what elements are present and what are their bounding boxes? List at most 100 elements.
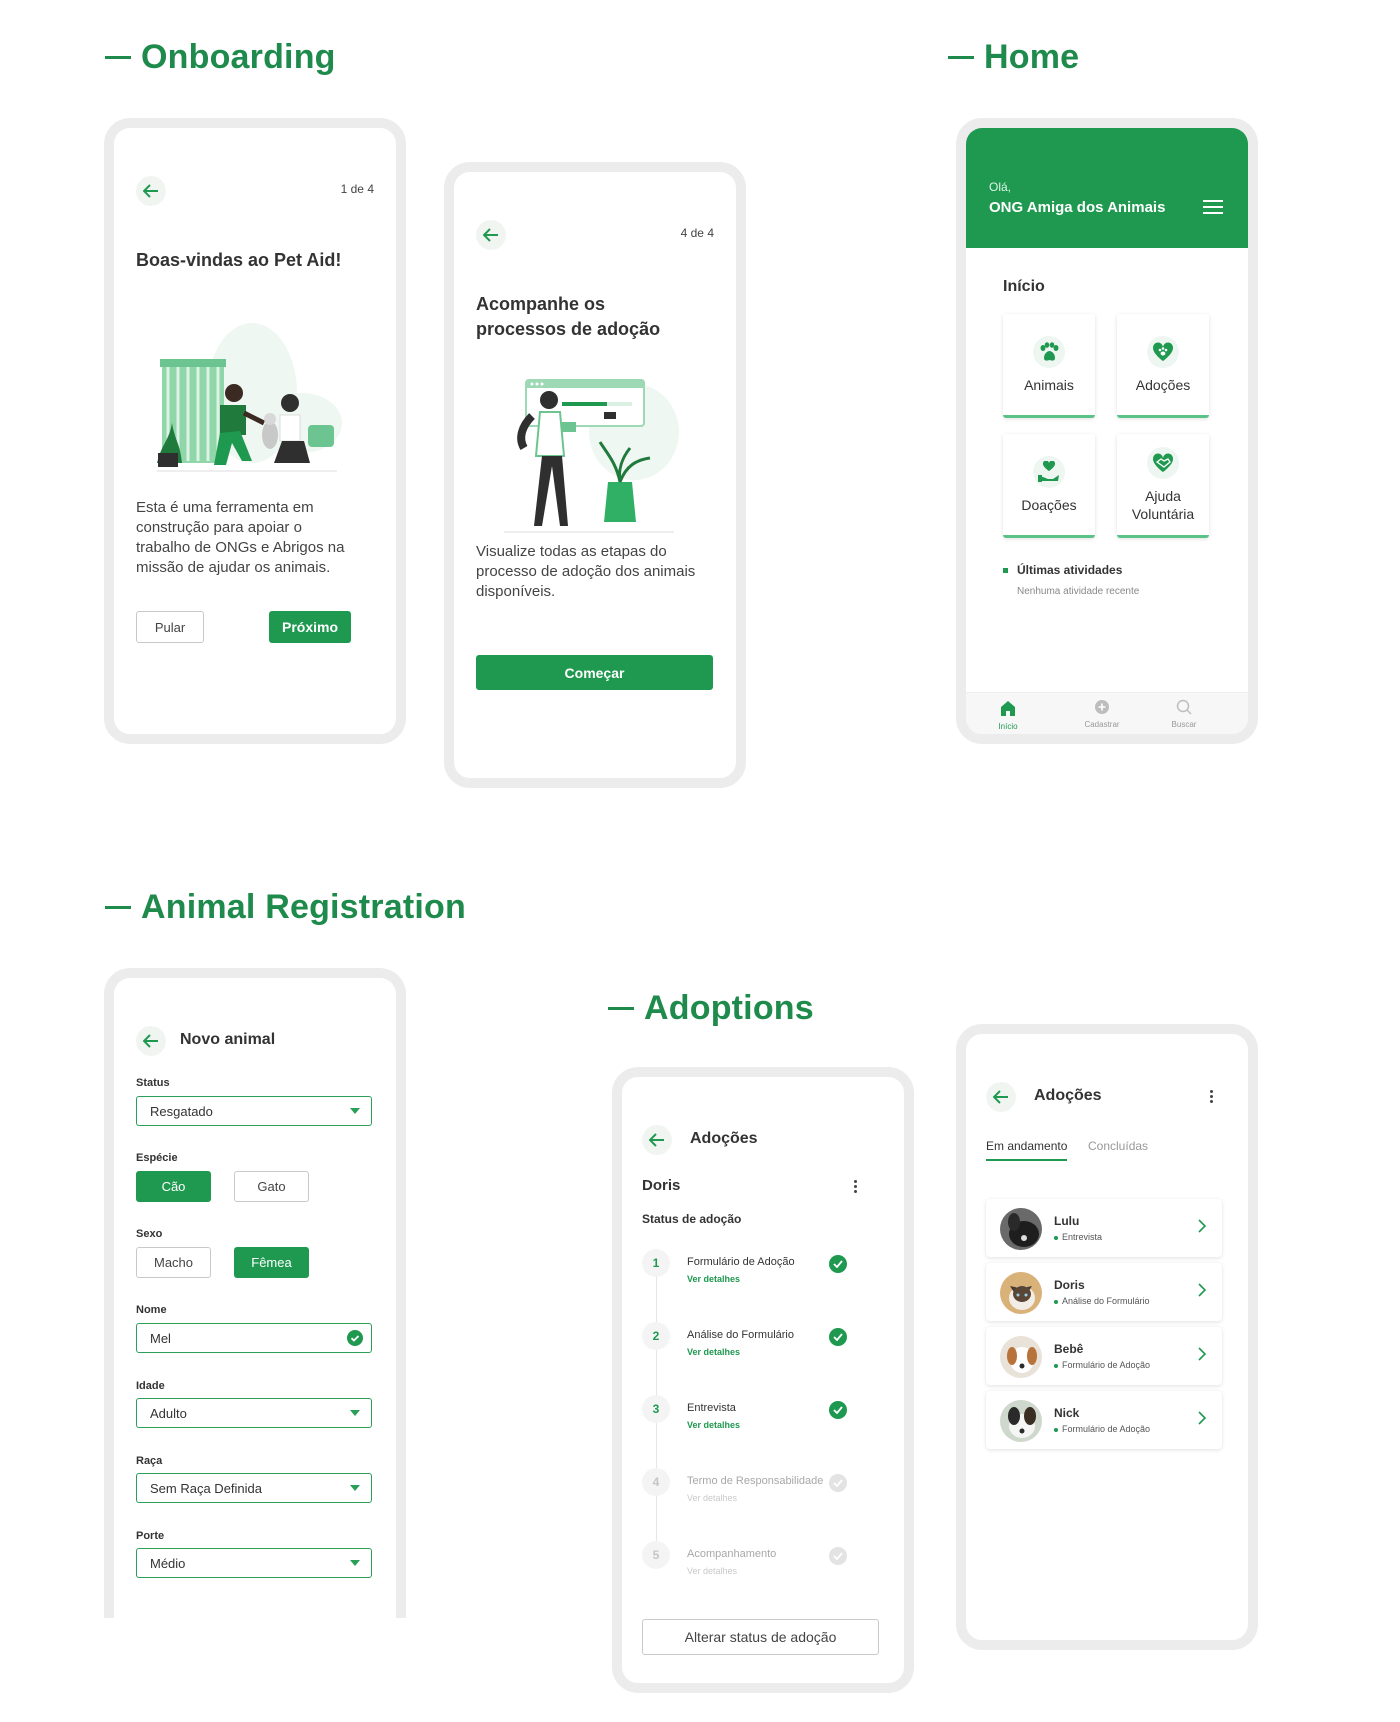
onboarding-description: Esta é uma ferramenta em construção para… xyxy=(136,499,345,576)
back-button[interactable] xyxy=(476,220,506,250)
chevron-right-icon xyxy=(1198,1347,1206,1361)
species-option-dog[interactable]: Cão xyxy=(136,1171,211,1202)
back-button[interactable] xyxy=(136,1026,166,1056)
back-button[interactable] xyxy=(642,1125,672,1155)
pet-name: Bebê xyxy=(1054,1342,1084,1356)
tile-donations[interactable]: Doações xyxy=(1003,434,1095,538)
species-label: Espécie xyxy=(136,1152,178,1164)
check-circle-icon xyxy=(347,1330,363,1346)
step-indicator: 1 de 4 xyxy=(340,182,374,196)
nav-search[interactable]: Buscar xyxy=(1162,699,1206,729)
adoption-list-item[interactable]: Nick Formulário de Adoção xyxy=(986,1391,1222,1449)
chevron-down-icon xyxy=(350,1560,360,1566)
bottom-nav: Início Cadastrar Buscar xyxy=(966,692,1248,734)
adoption-list-item[interactable]: Doris Análise do Formulário xyxy=(986,1263,1222,1321)
next-button[interactable]: Próximo xyxy=(269,611,351,643)
sex-option-female[interactable]: Fêmea xyxy=(234,1247,309,1278)
adoption-list-item[interactable]: Bebê Formulário de Adoção xyxy=(986,1327,1222,1385)
tile-animals[interactable]: Animais xyxy=(1003,314,1095,418)
animal-registration-screen: Novo animal Status Resgatado Espécie Cão… xyxy=(104,968,406,1618)
recent-activities-title: Últimas atividades xyxy=(1003,563,1122,577)
start-button[interactable]: Começar xyxy=(476,655,713,690)
home-icon xyxy=(1001,701,1015,716)
check-circle-icon xyxy=(829,1255,847,1273)
chevron-down-icon xyxy=(350,1485,360,1491)
home-header: Olá, ONG Amiga dos Animais xyxy=(966,128,1248,248)
view-details-link[interactable]: Ver detalhes xyxy=(687,1274,740,1284)
more-options-icon[interactable] xyxy=(854,1180,858,1193)
sex-label: Sexo xyxy=(136,1228,163,1240)
view-details-link[interactable]: Ver detalhes xyxy=(687,1420,740,1430)
search-icon xyxy=(1176,699,1192,715)
nav-home[interactable]: Início xyxy=(986,699,1030,731)
size-label: Porte xyxy=(136,1530,165,1542)
handshake-heart-icon xyxy=(1152,452,1174,472)
adoption-stage: Formulário de Adoção xyxy=(1054,1360,1150,1370)
tab-in-progress[interactable]: Em andamento xyxy=(986,1139,1068,1161)
age-value: Adulto xyxy=(150,1405,187,1421)
tile-label: Animais xyxy=(1024,376,1074,393)
menu-icon[interactable] xyxy=(1203,200,1223,216)
nav-label: Cadastrar xyxy=(1084,720,1120,729)
name-field[interactable]: Mel xyxy=(136,1323,372,1353)
section-title-onboarding: Onboarding xyxy=(105,38,336,77)
status-value: Resgatado xyxy=(150,1103,213,1119)
more-options-icon[interactable] xyxy=(1210,1090,1214,1103)
step-title: Termo de Responsabilidade xyxy=(687,1475,824,1487)
section-title-animal-registration: Animal Registration xyxy=(105,888,466,927)
plus-circle-icon xyxy=(1095,700,1109,714)
pet-avatar xyxy=(1000,1336,1042,1378)
view-details-link[interactable]: Ver detalhes xyxy=(687,1566,737,1576)
onboarding-description: Visualize todas as etapas do processo de… xyxy=(476,543,696,600)
skip-button[interactable]: Pular xyxy=(136,611,204,643)
age-select[interactable]: Adulto xyxy=(136,1398,372,1428)
adoption-list-item[interactable]: Lulu Entrevista xyxy=(986,1199,1222,1257)
adoption-process-title: Acompanhe os processos de adoção xyxy=(476,294,661,339)
step-indicator: 4 de 4 xyxy=(680,226,714,240)
home-section-title: Início xyxy=(1003,278,1045,295)
back-button[interactable] xyxy=(136,176,166,206)
onboarding-screen-1: 1 de 4 Boas-vindas ao Pet Aid! Esta é um… xyxy=(104,118,406,744)
breed-value: Sem Raça Definida xyxy=(150,1480,262,1496)
size-value: Médio xyxy=(150,1555,186,1571)
tile-adoptions[interactable]: Adoções xyxy=(1117,314,1209,418)
change-adoption-status-button[interactable]: Alterar status de adoção xyxy=(642,1619,879,1655)
step-number: 4 xyxy=(642,1468,670,1496)
adoption-progress-illustration xyxy=(504,379,679,533)
adoption-list-screen: Adoções Em andamento Concluídas Lulu Ent… xyxy=(956,1024,1258,1650)
home-screen: Olá, ONG Amiga dos Animais Início Animai… xyxy=(956,118,1258,744)
view-details-link[interactable]: Ver detalhes xyxy=(687,1347,740,1357)
breed-select[interactable]: Sem Raça Definida xyxy=(136,1473,372,1503)
pet-name: Nick xyxy=(1054,1406,1080,1420)
back-button[interactable] xyxy=(986,1082,1016,1112)
nav-label: Início xyxy=(998,722,1018,731)
screen-title: Novo animal xyxy=(180,1031,276,1048)
tile-label: Doações xyxy=(1021,496,1077,513)
name-value: Mel xyxy=(150,1330,171,1346)
pet-name: Lulu xyxy=(1054,1214,1080,1228)
pet-avatar xyxy=(1000,1208,1042,1250)
sex-option-male[interactable]: Macho xyxy=(136,1247,211,1278)
status-label: Status xyxy=(136,1077,170,1089)
screen-title: Adoções xyxy=(690,1130,758,1147)
tile-label: Adoções xyxy=(1135,376,1191,393)
no-recent-activity: Nenhuma atividade recente xyxy=(1017,586,1140,597)
onboarding-screen-4: 4 de 4 Acompanhe os processos de adoção … xyxy=(444,162,746,788)
size-select[interactable]: Médio xyxy=(136,1548,372,1578)
nav-label: Buscar xyxy=(1171,720,1197,729)
step-title: Acompanhamento xyxy=(687,1548,777,1560)
tile-volunteer-help[interactable]: Ajuda Voluntária xyxy=(1117,434,1209,538)
nav-register[interactable]: Cadastrar xyxy=(1074,699,1130,729)
check-circle-icon xyxy=(829,1474,847,1492)
view-details-link[interactable]: Ver detalhes xyxy=(687,1493,737,1503)
adoption-stage: Entrevista xyxy=(1054,1232,1102,1242)
adoption-stage: Formulário de Adoção xyxy=(1054,1424,1150,1434)
pet-name: Doris xyxy=(1054,1278,1085,1292)
heart-paw-icon xyxy=(1152,341,1174,361)
species-option-cat[interactable]: Gato xyxy=(234,1171,309,1202)
status-select[interactable]: Resgatado xyxy=(136,1096,372,1126)
chevron-down-icon xyxy=(350,1410,360,1416)
tab-completed[interactable]: Concluídas xyxy=(1088,1139,1148,1153)
name-label: Nome xyxy=(136,1304,167,1316)
chevron-down-icon xyxy=(350,1108,360,1114)
